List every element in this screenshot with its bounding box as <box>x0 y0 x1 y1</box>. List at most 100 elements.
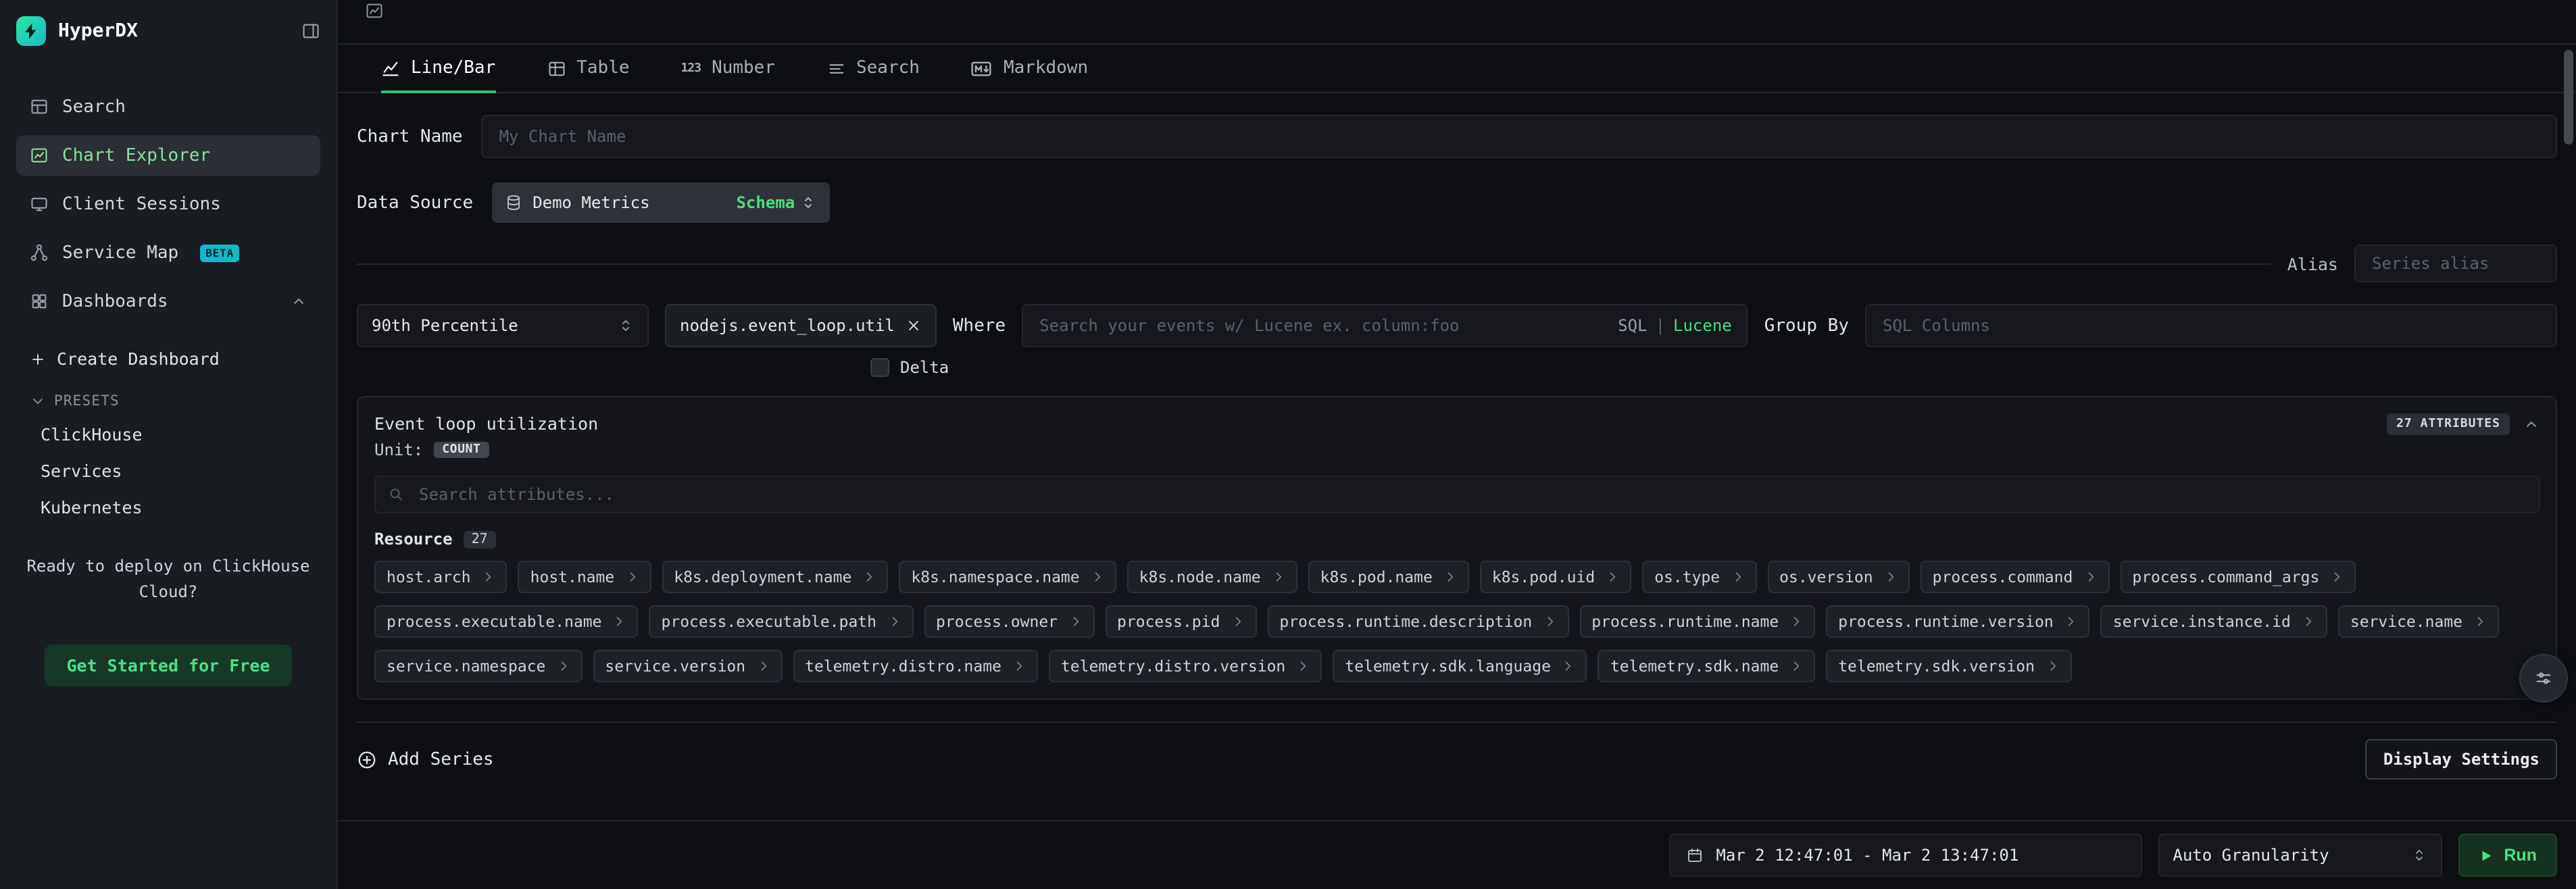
presets-list: ClickHouse Services Kubernetes <box>16 423 320 532</box>
sidebar-item-chart-explorer[interactable]: Chart Explorer <box>16 135 320 176</box>
attribute-name: host.name <box>530 567 615 586</box>
presets-section-toggle[interactable]: PRESETS <box>16 393 320 409</box>
bolt-icon <box>22 22 41 41</box>
attribute-chip[interactable]: process.owner <box>924 605 1094 638</box>
play-icon <box>2478 848 2493 863</box>
sidebar-nav: Search Chart Explorer Client Sessions Se… <box>16 86 320 330</box>
group-by-input[interactable] <box>1865 304 2557 347</box>
sidebar-item-client-sessions[interactable]: Client Sessions <box>16 184 320 224</box>
add-series-button[interactable]: Add Series <box>357 749 494 769</box>
sidebar-item-search[interactable]: Search <box>16 86 320 127</box>
get-started-button[interactable]: Get Started for Free <box>45 644 291 686</box>
tab-table[interactable]: Table <box>547 45 629 92</box>
sidebar-preset-item[interactable]: Services <box>16 459 320 484</box>
attribute-group-header: Resource 27 <box>374 530 2540 549</box>
attribute-name: service.version <box>605 657 745 676</box>
attribute-chip[interactable]: host.arch <box>374 561 507 593</box>
display-settings-button[interactable]: Display Settings <box>2366 739 2557 780</box>
run-button[interactable]: Run <box>2458 834 2557 877</box>
delta-checkbox[interactable] <box>870 358 889 377</box>
scrollbar-thumb[interactable] <box>2564 50 2573 145</box>
sql-toggle[interactable]: SQL <box>1618 316 1647 335</box>
schema-link[interactable]: Schema <box>736 193 816 212</box>
attribute-chip[interactable]: k8s.deployment.name <box>662 561 888 593</box>
chevron-up-icon <box>291 293 307 309</box>
number-123-icon: 123 <box>681 61 701 75</box>
attribute-chip[interactable]: service.instance.id <box>2101 605 2327 638</box>
tab-label: Search <box>856 58 920 78</box>
attribute-chip[interactable]: process.runtime.version <box>1826 605 2090 638</box>
database-icon <box>505 195 522 211</box>
lucene-toggle[interactable]: Lucene <box>1673 316 1732 335</box>
chart-editor: Chart Name Data Source Demo Metrics Sche… <box>338 93 2576 820</box>
attribute-chip[interactable]: telemetry.distro.name <box>793 650 1038 682</box>
attribute-chip[interactable]: telemetry.sdk.language <box>1333 650 1587 682</box>
attribute-chip[interactable]: k8s.node.name <box>1127 561 1297 593</box>
alias-input[interactable] <box>2354 245 2557 282</box>
attribute-chip[interactable]: k8s.pod.name <box>1308 561 1469 593</box>
collapse-sidebar-button[interactable] <box>301 22 320 41</box>
attribute-chip[interactable]: process.runtime.name <box>1579 605 1815 638</box>
chevron-right-icon <box>1272 570 1285 584</box>
attribute-search-input[interactable] <box>374 476 2540 513</box>
collapse-attributes-button[interactable] <box>2523 416 2540 432</box>
where-wrap: SQL | Lucene <box>1022 304 1748 347</box>
attribute-chip[interactable]: process.pid <box>1105 605 1256 638</box>
close-icon <box>906 318 922 334</box>
attribute-name: k8s.deployment.name <box>674 567 851 586</box>
main-panel: Line/Bar Table 123 Number Search Markdow… <box>338 0 2576 889</box>
chart-name-input[interactable] <box>482 115 2557 158</box>
tab-markdown[interactable]: Markdown <box>971 45 1088 92</box>
attribute-chip[interactable]: host.name <box>518 561 651 593</box>
sidebar-item-label: Search <box>62 97 126 117</box>
time-range-picker[interactable]: Mar 2 12:47:01 - Mar 2 13:47:01 <box>1668 834 2141 877</box>
attribute-name: process.runtime.description <box>1279 612 1532 631</box>
attribute-chip[interactable]: telemetry.distro.version <box>1049 650 1322 682</box>
attribute-chip[interactable]: telemetry.sdk.version <box>1826 650 2071 682</box>
attribute-name: k8s.namespace.name <box>911 567 1079 586</box>
section-divider <box>357 721 2557 723</box>
attribute-chip[interactable]: process.runtime.description <box>1267 605 1568 638</box>
search-icon <box>30 97 49 116</box>
chevron-right-icon <box>1562 659 1575 673</box>
tab-line-bar[interactable]: Line/Bar <box>381 45 495 92</box>
chevron-right-icon <box>1731 570 1744 584</box>
tab-label: Table <box>576 58 629 78</box>
attribute-chip[interactable]: telemetry.sdk.name <box>1598 650 1815 682</box>
metric-title: Event loop utilization <box>374 413 598 434</box>
sidebar-preset-item[interactable]: ClickHouse <box>16 423 320 447</box>
sidebar-item-service-map[interactable]: Service Map BETA <box>16 232 320 273</box>
granularity-select[interactable]: Auto Granularity <box>2158 834 2442 877</box>
attribute-chip[interactable]: service.namespace <box>374 650 582 682</box>
attribute-chip[interactable]: process.executable.path <box>649 605 914 638</box>
presets-label: PRESETS <box>54 393 120 409</box>
chevron-right-icon <box>2083 570 2097 584</box>
tab-number[interactable]: 123 Number <box>681 45 775 92</box>
sidebar-item-dashboards[interactable]: Dashboards <box>16 281 320 322</box>
attribute-chip[interactable]: os.type <box>1642 561 1756 593</box>
metric-chip[interactable]: nodejs.event_loop.util <box>665 304 937 347</box>
tab-search[interactable]: Search <box>826 45 920 92</box>
attribute-chip[interactable]: service.version <box>593 650 782 682</box>
chart-filters-fab[interactable] <box>2519 654 2568 703</box>
attribute-chip[interactable]: process.command <box>1921 561 2110 593</box>
layout-sidebar-icon <box>301 22 320 41</box>
attribute-chip[interactable]: process.executable.name <box>374 605 639 638</box>
sidebar-preset-item[interactable]: Kubernetes <box>16 496 320 520</box>
toggle-separator: | <box>1656 316 1665 335</box>
data-source-label: Data Source <box>357 193 473 213</box>
attribute-chip[interactable]: service.name <box>2338 605 2499 638</box>
metric-panel-header: Event loop utilization Unit: COUNT 27 AT… <box>374 413 2540 459</box>
create-dashboard-button[interactable]: Create Dashboard <box>16 349 320 369</box>
remove-metric-button[interactable] <box>906 318 922 334</box>
aggregation-select[interactable]: 90th Percentile <box>357 304 649 347</box>
data-source-select[interactable]: Demo Metrics Schema <box>492 182 830 223</box>
alias-row: Alias <box>357 245 2557 282</box>
attribute-chip[interactable]: os.version <box>1767 561 1910 593</box>
granularity-value: Auto Granularity <box>2173 846 2329 865</box>
attribute-chip[interactable]: k8s.pod.uid <box>1480 561 1631 593</box>
attribute-name: process.command_args <box>2132 567 2319 586</box>
chevron-up-icon <box>2523 416 2540 432</box>
attribute-chip[interactable]: k8s.namespace.name <box>899 561 1116 593</box>
attribute-chip[interactable]: process.command_args <box>2120 561 2356 593</box>
